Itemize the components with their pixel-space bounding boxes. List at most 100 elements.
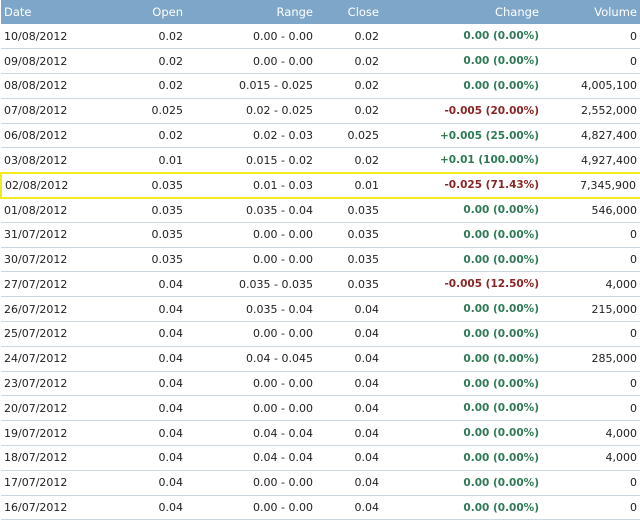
column-header-date[interactable]: Date bbox=[1, 0, 79, 24]
table-row: 09/08/2012 0.02 0.00 - 0.00 0.02 0.00 (0.00%… bbox=[1, 48, 640, 75]
cell-date: 24/07/2012 bbox=[1, 346, 79, 372]
column-header-volume[interactable]: Volume bbox=[543, 0, 640, 24]
cell-range: 0.015 - 0.025 bbox=[187, 73, 317, 99]
cell-open: 0.02 bbox=[79, 48, 187, 75]
table-row: 23/07/2012 0.04 0.00 - 0.00 0.04 0.00 (0.00%… bbox=[1, 371, 640, 397]
cell-range: 0.00 - 0.00 bbox=[187, 48, 317, 75]
cell-volume: 0 bbox=[543, 222, 640, 248]
cell-volume: 4,927,400 bbox=[543, 147, 640, 174]
cell-volume: 0 bbox=[543, 321, 640, 347]
cell-date: 25/07/2012 bbox=[1, 321, 79, 347]
cell-open: 0.04 bbox=[79, 346, 187, 372]
cell-volume: 4,827,400 bbox=[543, 123, 640, 149]
cell-volume: 0 bbox=[543, 48, 640, 75]
cell-date: 09/08/2012 bbox=[1, 48, 79, 75]
cell-change: 0.00 (0.00%) bbox=[383, 445, 543, 471]
table-header: Date Open Range Close Change Volume bbox=[1, 0, 640, 24]
cell-volume: 0 bbox=[543, 247, 640, 273]
table-row: 16/07/2012 0.04 0.00 - 0.00 0.04 0.00 (0.00%… bbox=[1, 495, 640, 521]
cell-close: 0.02 bbox=[317, 48, 383, 75]
cell-change: 0.00 (0.00%) bbox=[383, 48, 543, 75]
cell-volume: 4,005,100 bbox=[543, 73, 640, 99]
cell-range: 0.04 - 0.04 bbox=[187, 445, 317, 471]
cell-close: 0.035 bbox=[317, 247, 383, 273]
cell-range: 0.00 - 0.00 bbox=[187, 222, 317, 248]
column-header-close[interactable]: Close bbox=[317, 0, 383, 24]
cell-close: 0.04 bbox=[317, 495, 383, 521]
cell-open: 0.025 bbox=[79, 98, 187, 124]
cell-volume: 4,000 bbox=[543, 420, 640, 447]
column-header-range[interactable]: Range bbox=[187, 0, 317, 24]
table-row: 17/07/2012 0.04 0.00 - 0.00 0.04 0.00 (0.00%… bbox=[1, 470, 640, 496]
cell-change: 0.00 (0.00%) bbox=[383, 420, 543, 447]
table-row: 31/07/2012 0.035 0.00 - 0.00 0.035 0.00 (0.0… bbox=[1, 222, 640, 248]
table-row: 02/08/2012 0.035 0.01 - 0.03 0.01 -0.025 (71… bbox=[0, 171, 640, 199]
cell-range: 0.00 - 0.00 bbox=[187, 371, 317, 397]
column-header-change[interactable]: Change bbox=[383, 0, 543, 24]
table-row: 25/07/2012 0.04 0.00 - 0.00 0.04 0.00 (0.00%… bbox=[1, 321, 640, 347]
cell-change: 0.00 (0.00%) bbox=[383, 296, 543, 323]
cell-open: 0.035 bbox=[79, 222, 187, 248]
cell-date: 16/07/2012 bbox=[1, 495, 79, 521]
cell-change: 0.00 (0.00%) bbox=[383, 24, 543, 50]
table-row: 18/07/2012 0.04 0.04 - 0.04 0.04 0.00 (0.00%… bbox=[1, 445, 640, 471]
cell-date: 07/08/2012 bbox=[1, 98, 79, 124]
table-row: 26/07/2012 0.04 0.035 - 0.04 0.04 0.00 (0.00… bbox=[1, 296, 640, 323]
cell-close: 0.035 bbox=[317, 222, 383, 248]
cell-date: 27/07/2012 bbox=[1, 271, 79, 298]
cell-close: 0.025 bbox=[317, 123, 383, 149]
cell-open: 0.02 bbox=[79, 24, 187, 50]
cell-date: 10/08/2012 bbox=[1, 24, 79, 50]
cell-volume: 7,345,900 bbox=[543, 171, 640, 199]
cell-date: 08/08/2012 bbox=[1, 73, 79, 99]
cell-open: 0.02 bbox=[79, 73, 187, 99]
cell-date: 20/07/2012 bbox=[1, 395, 79, 422]
table-row: 07/08/2012 0.025 0.02 - 0.025 0.02 -0.005 (2… bbox=[1, 98, 640, 124]
cell-date: 23/07/2012 bbox=[1, 371, 79, 397]
cell-close: 0.035 bbox=[317, 197, 383, 223]
cell-close: 0.04 bbox=[317, 395, 383, 422]
cell-close: 0.04 bbox=[317, 445, 383, 471]
column-header-open[interactable]: Open bbox=[79, 0, 187, 24]
cell-open: 0.01 bbox=[79, 147, 187, 174]
cell-range: 0.00 - 0.00 bbox=[187, 321, 317, 347]
cell-close: 0.02 bbox=[317, 73, 383, 99]
cell-range: 0.00 - 0.00 bbox=[187, 470, 317, 496]
cell-close: 0.04 bbox=[317, 346, 383, 372]
cell-volume: 0 bbox=[543, 470, 640, 496]
header-row: Date Open Range Close Change Volume bbox=[1, 0, 640, 24]
table-row: 10/08/2012 0.02 0.00 - 0.00 0.02 0.00 (0.00%… bbox=[1, 24, 640, 50]
cell-date: 26/07/2012 bbox=[1, 296, 79, 323]
cell-close: 0.04 bbox=[317, 470, 383, 496]
cell-open: 0.04 bbox=[79, 420, 187, 447]
cell-date: 19/07/2012 bbox=[1, 420, 79, 447]
cell-range: 0.02 - 0.025 bbox=[187, 98, 317, 124]
table-row: 01/08/2012 0.035 0.035 - 0.04 0.035 0.00 (0.… bbox=[1, 197, 640, 223]
cell-date: 03/08/2012 bbox=[1, 147, 79, 174]
cell-date: 18/07/2012 bbox=[1, 445, 79, 471]
cell-open: 0.04 bbox=[79, 495, 187, 521]
cell-volume: 546,000 bbox=[543, 197, 640, 223]
cell-change: -0.005 (20.00%) bbox=[383, 98, 543, 124]
table-body: 10/08/2012 0.02 0.00 - 0.00 0.02 0.00 (0.00%… bbox=[0, 24, 640, 521]
cell-volume: 0 bbox=[543, 371, 640, 397]
cell-change: +0.005 (25.00%) bbox=[383, 123, 543, 149]
cell-change: 0.00 (0.00%) bbox=[383, 346, 543, 372]
cell-range: 0.00 - 0.00 bbox=[187, 395, 317, 422]
cell-open: 0.04 bbox=[79, 271, 187, 298]
cell-change: 0.00 (0.00%) bbox=[383, 247, 543, 273]
cell-open: 0.04 bbox=[79, 371, 187, 397]
cell-date: 02/08/2012 bbox=[0, 171, 79, 199]
cell-volume: 0 bbox=[543, 495, 640, 521]
cell-open: 0.035 bbox=[79, 171, 187, 199]
cell-close: 0.01 bbox=[317, 171, 383, 199]
cell-volume: 0 bbox=[543, 395, 640, 422]
cell-open: 0.04 bbox=[79, 395, 187, 422]
cell-range: 0.035 - 0.04 bbox=[187, 296, 317, 323]
cell-range: 0.02 - 0.03 bbox=[187, 123, 317, 149]
cell-range: 0.00 - 0.00 bbox=[187, 24, 317, 50]
cell-close: 0.02 bbox=[317, 24, 383, 50]
cell-change: 0.00 (0.00%) bbox=[383, 395, 543, 422]
cell-change: 0.00 (0.00%) bbox=[383, 495, 543, 521]
cell-open: 0.04 bbox=[79, 445, 187, 471]
